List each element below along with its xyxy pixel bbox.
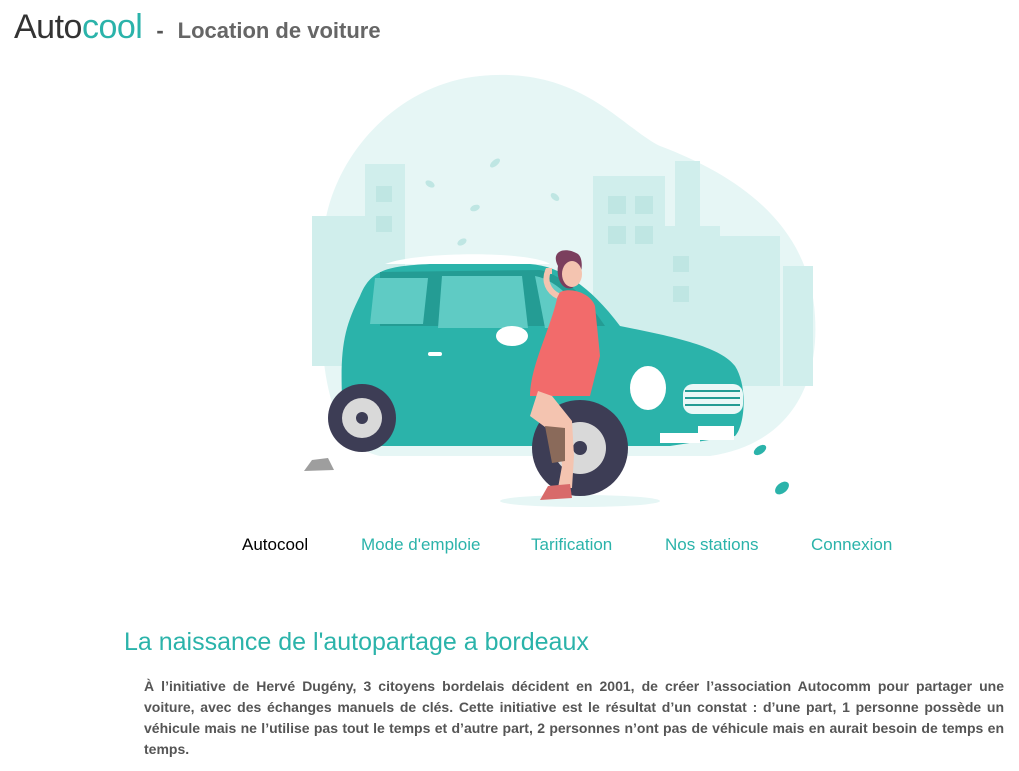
brand-logo-part2: cool: [81, 8, 143, 46]
nav-connexion[interactable]: Connexion: [811, 535, 892, 555]
brand-logo-part1: Auto: [14, 8, 82, 46]
nav-mode-d-emploie[interactable]: Mode d'emploie: [361, 535, 480, 555]
site-tagline: Location de voiture: [177, 18, 381, 43]
section-title: La naissance de l'autopartage a bordeaux: [124, 628, 589, 656]
nav-tarification[interactable]: Tarification: [531, 535, 612, 555]
main-navigation: Autocool Mode d'emploie Tarification Nos…: [0, 535, 1019, 559]
header-separator: -: [156, 18, 164, 43]
ground-shadow: [500, 495, 660, 507]
ground-leaves: [753, 444, 789, 495]
hero-illustration: [304, 74, 816, 507]
nav-nos-stations[interactable]: Nos stations: [665, 535, 759, 555]
site-header: Autocool - Location de voiture: [14, 8, 381, 48]
brand-logo[interactable]: Autocool: [14, 8, 143, 47]
nav-autocool[interactable]: Autocool: [242, 535, 308, 555]
rock: [304, 458, 334, 471]
intro-paragraph: À l’initiative de Hervé Dugény, 3 citoye…: [144, 678, 1004, 757]
